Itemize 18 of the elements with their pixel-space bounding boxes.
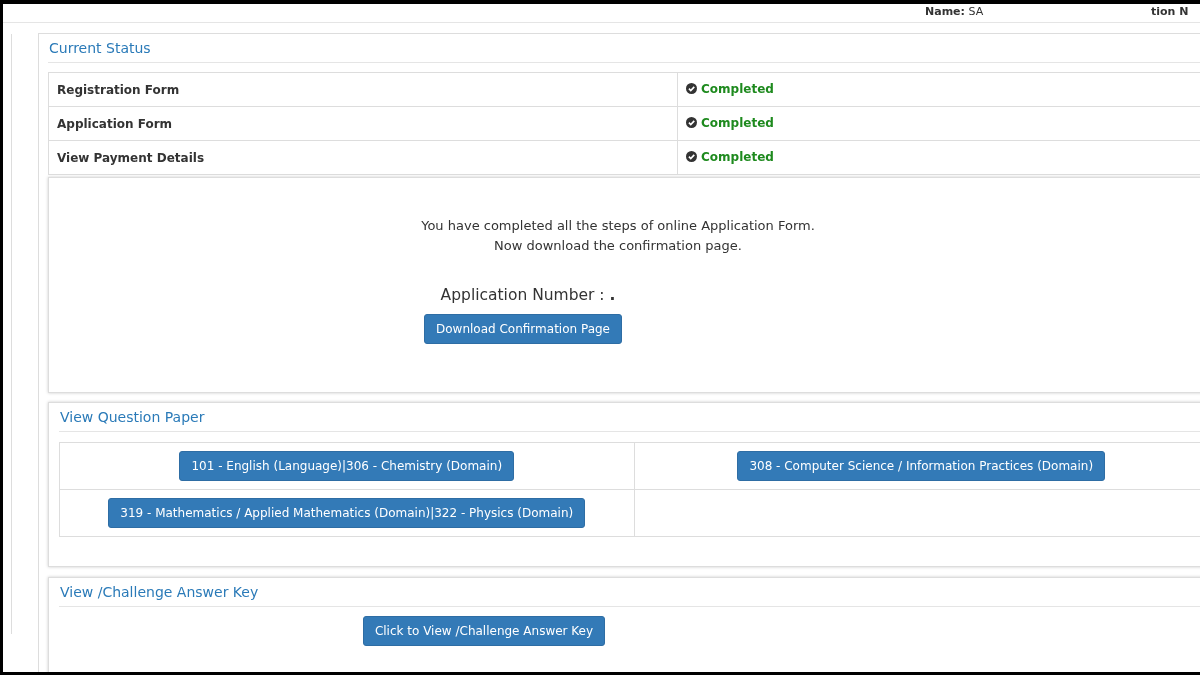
table-cell: Registration Form: [48, 72, 678, 107]
download-button[interactable]: Download Confirmation Page: [424, 314, 622, 344]
header-text: tion N: [1151, 5, 1189, 19]
table-cell: View Payment Details: [48, 140, 678, 175]
completion-message: You have completed all the steps of online Application Form. Now download the confirmation page.: [421, 217, 815, 255]
answer-key-button[interactable]: Click to View /Challenge Answer Key: [362, 616, 606, 646]
application-number: Application Number : .: [440, 286, 616, 304]
section-title: View /Challenge Answer Key: [59, 578, 1200, 607]
name-label: Name: SA: [925, 5, 984, 19]
status-text: Completed: [701, 81, 774, 96]
question-paper-button[interactable]: 101 - English (Language)|306 - Chemistry (Domain): [179, 451, 515, 481]
section-title: Current Status: [48, 34, 1200, 63]
section-title: View Question Paper: [59, 403, 1200, 432]
status-text: Completed: [701, 115, 774, 130]
question-paper-button[interactable]: 308 - Computer Science / Information Practices (Domain): [737, 451, 1106, 481]
table-cell: Application Form: [48, 106, 678, 141]
question-paper-button[interactable]: 319 - Mathematics / Applied Mathematics (Domain)|322 - Physics (Domain): [108, 498, 586, 528]
status-text: Completed: [701, 149, 774, 164]
